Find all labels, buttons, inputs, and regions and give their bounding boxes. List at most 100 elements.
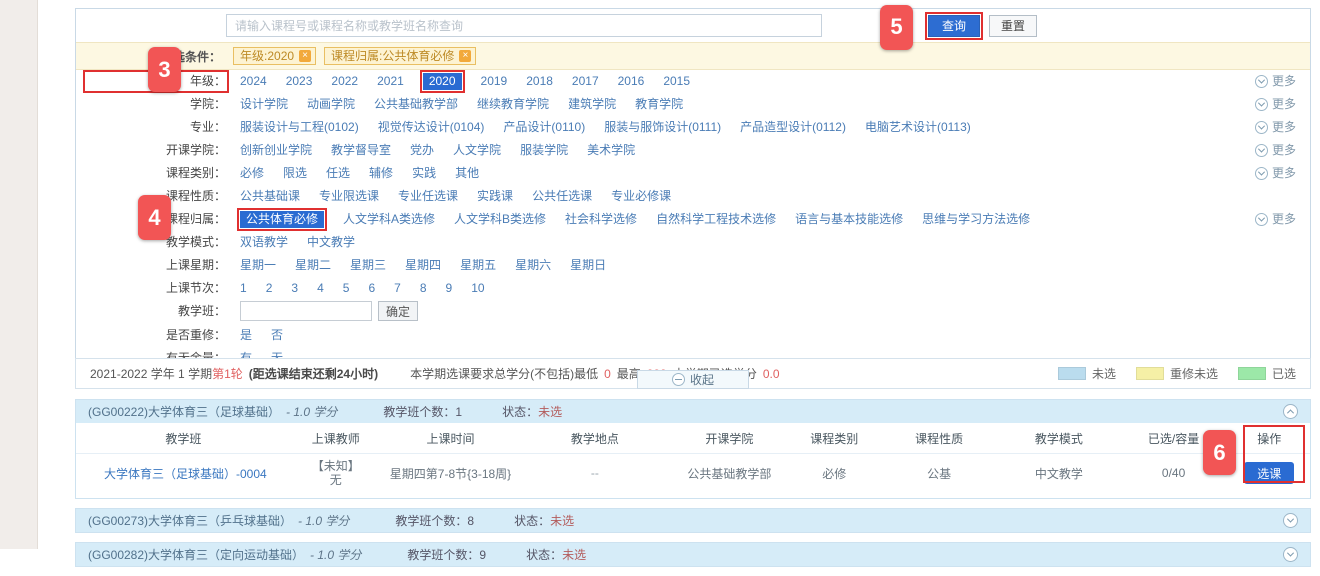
query-button[interactable]: 查询 bbox=[928, 15, 980, 37]
course-group-header[interactable]: (GG00282)大学体育三（定向运动基础） - 1.0 学分 教学班个数：9 … bbox=[76, 543, 1310, 566]
select-course-button[interactable]: 选课 bbox=[1244, 462, 1294, 484]
column-header: 课程类别 bbox=[789, 423, 879, 454]
class-count-label: 教学班个数： bbox=[395, 514, 467, 528]
table-row: 大学体育三（足球基础）-0004 【未知】 无 星期四第7-8节{3-18周} … bbox=[76, 454, 1310, 495]
filter-option[interactable]: 2016 bbox=[618, 73, 645, 90]
filter-option[interactable]: 中文教学 bbox=[307, 234, 355, 251]
filter-option[interactable]: 公共基础教学部 bbox=[374, 96, 458, 113]
filter-option[interactable]: 公共基础课 bbox=[240, 188, 300, 205]
course-group-header[interactable]: (GG00273)大学体育三（乒乓球基础） - 1.0 学分 教学班个数：8 状… bbox=[76, 509, 1310, 532]
more-label: 更多 bbox=[1272, 165, 1296, 182]
filter-option[interactable]: 2021 bbox=[377, 73, 404, 90]
filter-option[interactable]: 动画学院 bbox=[307, 96, 355, 113]
selected-filter-tag: 年级:2020 × bbox=[233, 47, 316, 65]
filter-option[interactable]: 星期五 bbox=[460, 257, 496, 274]
collapse-panel-tab[interactable]: 收起 bbox=[637, 370, 749, 389]
filter-option[interactable]: 8 bbox=[420, 280, 427, 297]
more-link[interactable]: 更多 bbox=[1255, 211, 1296, 228]
confirm-button[interactable]: 确定 bbox=[378, 301, 418, 321]
filter-option[interactable]: 公共体育必修 bbox=[240, 211, 324, 228]
filter-option[interactable]: 实践课 bbox=[477, 188, 513, 205]
filter-option[interactable]: 星期六 bbox=[515, 257, 551, 274]
remove-filter-icon[interactable]: × bbox=[299, 50, 311, 62]
filter-option[interactable]: 2020 bbox=[423, 73, 462, 90]
filter-option[interactable]: 9 bbox=[446, 280, 453, 297]
filter-label: 学院： bbox=[86, 96, 226, 113]
filter-option[interactable]: 2019 bbox=[481, 73, 508, 90]
filter-option[interactable]: 实践 bbox=[412, 165, 436, 182]
filter-option[interactable]: 专业任选课 bbox=[398, 188, 458, 205]
filter-option[interactable]: 7 bbox=[394, 280, 401, 297]
filter-option[interactable]: 服装与服饰设计(0111) bbox=[604, 119, 721, 136]
more-link[interactable]: 更多 bbox=[1255, 96, 1296, 113]
filter-option[interactable]: 公共任选课 bbox=[532, 188, 592, 205]
remove-filter-icon[interactable]: × bbox=[459, 50, 471, 62]
filter-option[interactable]: 星期日 bbox=[570, 257, 606, 274]
filter-option[interactable]: 否 bbox=[271, 327, 283, 344]
filter-option[interactable]: 思维与学习方法选修 bbox=[922, 211, 1030, 228]
filter-option[interactable]: 2022 bbox=[331, 73, 358, 90]
more-label: 更多 bbox=[1272, 142, 1296, 159]
filter-option[interactable]: 人文学科B类选修 bbox=[454, 211, 546, 228]
chevron-up-icon[interactable] bbox=[1283, 404, 1298, 419]
legend-item: 已选 bbox=[1238, 365, 1296, 382]
filter-option[interactable]: 产品造型设计(0112) bbox=[740, 119, 846, 136]
filter-option[interactable]: 任选 bbox=[326, 165, 350, 182]
filter-option[interactable]: 语言与基本技能选修 bbox=[795, 211, 903, 228]
filter-option[interactable]: 产品设计(0110) bbox=[503, 119, 585, 136]
course-group-header[interactable]: (GG00222)大学体育三（足球基础） - 1.0 学分 教学班个数：1 状态… bbox=[76, 400, 1310, 423]
filter-option[interactable]: 必修 bbox=[240, 165, 264, 182]
filter-option[interactable]: 星期三 bbox=[350, 257, 386, 274]
teaching-class-input[interactable] bbox=[240, 301, 372, 321]
filter-option[interactable]: 1 bbox=[240, 280, 247, 297]
search-input[interactable] bbox=[226, 14, 822, 37]
filter-option[interactable]: 教育学院 bbox=[635, 96, 683, 113]
filter-option[interactable]: 2 bbox=[266, 280, 273, 297]
filter-option[interactable]: 双语教学 bbox=[240, 234, 288, 251]
filter-option[interactable]: 专业必修课 bbox=[611, 188, 671, 205]
filter-option[interactable]: 专业限选课 bbox=[319, 188, 379, 205]
chevron-down-icon[interactable] bbox=[1283, 513, 1298, 528]
filter-option[interactable]: 人文学院 bbox=[453, 142, 501, 159]
filter-option[interactable]: 继续教育学院 bbox=[477, 96, 549, 113]
filter-option[interactable]: 4 bbox=[317, 280, 324, 297]
filter-option[interactable]: 10 bbox=[471, 280, 484, 297]
filter-option[interactable]: 2017 bbox=[572, 73, 599, 90]
filter-option[interactable]: 星期四 bbox=[405, 257, 441, 274]
filter-option[interactable]: 2023 bbox=[286, 73, 313, 90]
filter-option[interactable]: 人文学科A类选修 bbox=[343, 211, 435, 228]
filter-option[interactable]: 服装学院 bbox=[520, 142, 568, 159]
filter-option[interactable]: 电脑艺术设计(0113) bbox=[865, 119, 971, 136]
filter-option[interactable]: 党办 bbox=[410, 142, 434, 159]
filter-option[interactable]: 2015 bbox=[663, 73, 690, 90]
filter-option[interactable]: 设计学院 bbox=[240, 96, 288, 113]
filter-option[interactable]: 辅修 bbox=[369, 165, 393, 182]
filter-option[interactable]: 创新创业学院 bbox=[240, 142, 312, 159]
more-link[interactable]: 更多 bbox=[1255, 142, 1296, 159]
filter-option[interactable]: 2018 bbox=[526, 73, 553, 90]
more-link[interactable]: 更多 bbox=[1255, 119, 1296, 136]
filter-option[interactable]: 美术学院 bbox=[587, 142, 635, 159]
filter-option[interactable]: 其他 bbox=[455, 165, 479, 182]
filter-option[interactable]: 视觉传达设计(0104) bbox=[378, 119, 485, 136]
filter-option[interactable]: 3 bbox=[291, 280, 298, 297]
filter-option[interactable]: 建筑学院 bbox=[568, 96, 616, 113]
more-link[interactable]: 更多 bbox=[1255, 73, 1296, 90]
filter-option[interactable]: 限选 bbox=[283, 165, 307, 182]
filter-option[interactable]: 是 bbox=[240, 327, 252, 344]
chevron-down-icon[interactable] bbox=[1283, 547, 1298, 562]
filter-option[interactable]: 2024 bbox=[240, 73, 267, 90]
filter-option[interactable]: 自然科学工程技术选修 bbox=[656, 211, 776, 228]
filter-option[interactable]: 星期一 bbox=[240, 257, 276, 274]
filter-option[interactable]: 6 bbox=[368, 280, 375, 297]
filter-label: 是否重修： bbox=[86, 327, 226, 344]
filter-option[interactable]: 服装设计与工程(0102) bbox=[240, 119, 359, 136]
filter-option[interactable]: 教学督导室 bbox=[331, 142, 391, 159]
class-name-link[interactable]: 大学体育三（足球基础）-0004 bbox=[76, 454, 291, 495]
filter-option[interactable]: 5 bbox=[343, 280, 350, 297]
filter-option[interactable]: 社会科学选修 bbox=[565, 211, 637, 228]
course-group-gg00222: (GG00222)大学体育三（足球基础） - 1.0 学分 教学班个数：1 状态… bbox=[75, 399, 1311, 499]
filter-option[interactable]: 星期二 bbox=[295, 257, 331, 274]
more-link[interactable]: 更多 bbox=[1255, 165, 1296, 182]
reset-button[interactable]: 重置 bbox=[989, 15, 1037, 37]
